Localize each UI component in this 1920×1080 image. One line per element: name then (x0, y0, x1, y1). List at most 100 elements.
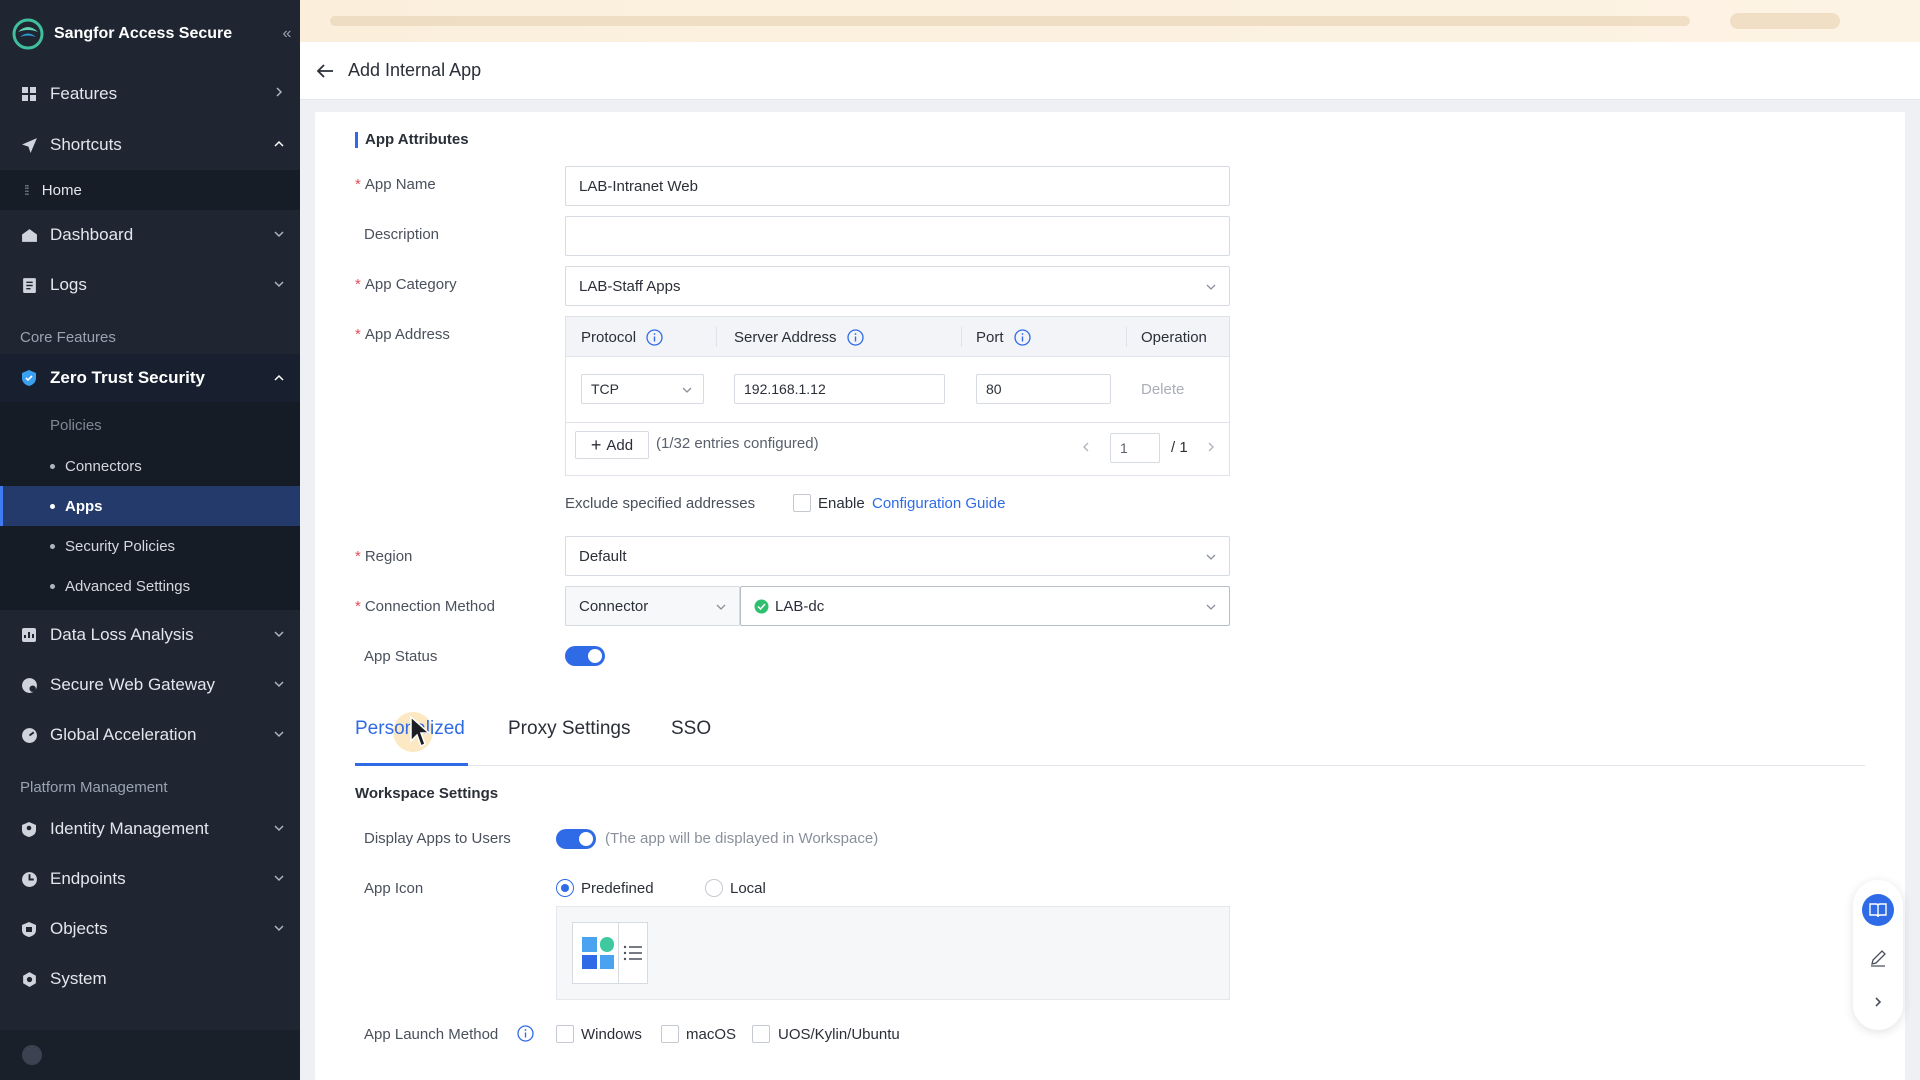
app-status-label: App Status (364, 648, 438, 665)
port-input[interactable]: 80 (976, 374, 1111, 404)
display-apps-label: Display Apps to Users (364, 830, 511, 847)
sidebar-item-apps[interactable]: Apps (0, 486, 300, 526)
pencil-icon (1871, 950, 1886, 967)
collapse-toolbar-button[interactable] (1862, 986, 1894, 1018)
page-number-input[interactable]: 1 (1110, 433, 1160, 463)
launch-macos-checkbox[interactable] (661, 1025, 679, 1043)
connector-select[interactable]: LAB-dc (740, 586, 1230, 626)
protocol-select[interactable]: TCP (581, 374, 704, 404)
info-icon[interactable] (517, 1025, 534, 1042)
column-divider (1126, 327, 1127, 347)
table-row: TCP 192.168.1.12 80 Delete (566, 357, 1229, 423)
delete-row-button[interactable]: Delete (1141, 381, 1184, 398)
nav-secure-web-gateway[interactable]: Secure Web Gateway (0, 660, 300, 710)
tab-proxy-settings[interactable]: Proxy Settings (508, 718, 631, 740)
display-apps-toggle[interactable] (556, 829, 596, 849)
active-tab-indicator (355, 763, 468, 766)
nav-system[interactable]: System (0, 954, 300, 1004)
logs-icon (20, 276, 38, 294)
floating-toolbar (1853, 880, 1903, 1030)
col-protocol-label: Protocol (581, 328, 637, 346)
app-icon-label: App Icon (364, 880, 424, 897)
chevron-right-icon (1875, 997, 1882, 1007)
chevron-up-icon (274, 140, 284, 147)
add-entry-button[interactable]: + Add (575, 431, 649, 459)
region-label: * Region (355, 548, 413, 565)
info-icon[interactable] (646, 328, 663, 346)
drag-handle-icon[interactable]: ⁞⁞ (24, 182, 30, 198)
connection-method-select[interactable]: Connector (565, 586, 740, 626)
gear-icon (20, 970, 38, 988)
connection-method-value: Connector (579, 597, 649, 615)
app-category-label: * App Category (355, 276, 457, 293)
sidebar-footer-user[interactable] (0, 1030, 300, 1080)
dashboard-icon (20, 226, 38, 244)
settings-tabs: Personalized Proxy Settings SSO (355, 702, 1865, 766)
local-radio[interactable] (705, 879, 723, 897)
section-title-app-attributes: App Attributes (355, 132, 469, 148)
chevron-right-icon (276, 87, 283, 97)
region-select[interactable]: Default (565, 536, 1230, 576)
page-title: Add Internal App (348, 60, 482, 80)
description-input[interactable] (565, 216, 1230, 256)
chevron-down-icon (274, 231, 284, 238)
grid-icon (20, 85, 38, 103)
nav-objects[interactable]: Objects (0, 904, 300, 954)
icon-option-windows[interactable] (572, 922, 624, 984)
banner-message-blurred (330, 16, 1690, 26)
predefined-radio[interactable] (556, 879, 574, 897)
launch-linux-checkbox[interactable] (752, 1025, 770, 1043)
nav-dashboard[interactable]: Dashboard (0, 210, 300, 260)
enable-label: Enable (818, 495, 865, 512)
server-address-input[interactable]: 192.168.1.12 (734, 374, 945, 404)
sidebar-item-security-policies[interactable]: Security Policies (0, 526, 300, 566)
sidebar-item-advanced-settings[interactable]: Advanced Settings (0, 566, 300, 606)
nav-identity-management[interactable]: Identity Management (0, 804, 300, 854)
chevron-down-icon (274, 681, 284, 688)
launch-windows-label: Windows (581, 1026, 642, 1043)
chevron-down-icon (274, 825, 284, 832)
nav-endpoints[interactable]: Endpoints (0, 854, 300, 904)
nav-shortcuts[interactable]: Shortcuts (0, 120, 300, 170)
nav-global-acceleration[interactable]: Global Acceleration (0, 710, 300, 760)
nav-identity-management-label: Identity Management (50, 819, 209, 838)
app-category-select[interactable]: LAB-Staff Apps (565, 266, 1230, 306)
nav-logs[interactable]: Logs (0, 260, 300, 310)
collapse-sidebar-icon[interactable]: « (278, 24, 296, 44)
exclude-addresses-label: Exclude specified addresses (565, 495, 756, 512)
sidebar-item-home[interactable]: ⁞⁞ Home (0, 170, 300, 210)
nav-data-loss-analysis[interactable]: Data Loss Analysis (0, 610, 300, 660)
info-icon[interactable] (846, 328, 864, 346)
app-status-toggle[interactable] (565, 646, 605, 666)
tab-sso[interactable]: SSO (671, 718, 711, 740)
banner-action-blurred[interactable] (1730, 13, 1840, 29)
app-name-input[interactable]: LAB-Intranet Web (565, 166, 1230, 206)
description-label: Description (364, 226, 440, 243)
nav-zero-trust-label: Zero Trust Security (50, 368, 205, 387)
nav-features[interactable]: Features (0, 68, 300, 120)
nav-system-label: System (50, 969, 107, 988)
edit-feedback-button[interactable] (1862, 942, 1894, 974)
enable-exclude-checkbox[interactable] (793, 494, 811, 512)
speedometer-icon (20, 726, 38, 744)
gateway-icon (20, 676, 38, 694)
help-docs-button[interactable] (1862, 894, 1894, 926)
nav-global-acceleration-label: Global Acceleration (50, 725, 197, 744)
configuration-guide-link[interactable]: Configuration Guide (872, 495, 1005, 512)
info-icon[interactable] (1013, 328, 1031, 346)
column-divider (961, 327, 962, 347)
chevron-right-icon[interactable] (1206, 441, 1216, 453)
app-launch-method-label: App Launch Method (364, 1026, 499, 1043)
icon-option-list[interactable] (618, 922, 648, 984)
send-icon (20, 136, 38, 154)
zero-trust-submenu: Policies Connectors Apps Security Polici… (0, 402, 300, 610)
shield-icon (20, 369, 38, 387)
nav-zero-trust-security[interactable]: Zero Trust Security (0, 354, 300, 402)
chevron-left-icon[interactable] (1081, 441, 1091, 453)
nav-objects-label: Objects (50, 919, 108, 938)
sidebar-item-connectors[interactable]: Connectors (0, 446, 300, 486)
chevron-up-icon (274, 374, 284, 381)
launch-windows-checkbox[interactable] (556, 1025, 574, 1043)
arrow-left-icon[interactable] (314, 60, 336, 82)
bullet-icon (50, 583, 55, 589)
